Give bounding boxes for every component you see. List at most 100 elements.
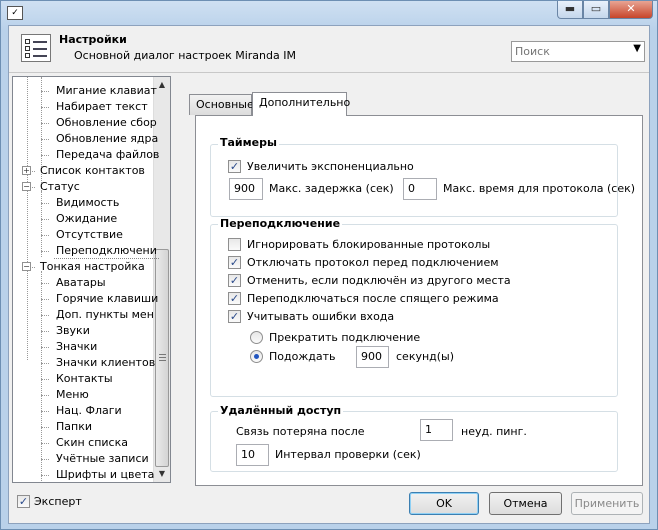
tree-branch-line — [41, 235, 49, 236]
login-errors-label: Учитывать ошибки входа — [247, 310, 395, 323]
max-delay-field[interactable]: 900 — [229, 178, 263, 200]
tab-advanced[interactable]: Дополнительно — [252, 92, 350, 116]
stop-connect-radio[interactable] — [250, 331, 263, 344]
tree-item[interactable]: Скин списка — [54, 435, 130, 451]
settings-checklist-icon — [21, 34, 51, 62]
tree-item[interactable]: Горячие клавиши — [54, 291, 160, 307]
tree-branch-line — [41, 411, 49, 412]
expert-checkbox[interactable]: ✓ — [17, 495, 30, 508]
tree-branch-line — [41, 443, 49, 444]
apply-button[interactable]: Применить — [571, 492, 643, 515]
tree-expand-icon[interactable]: + — [22, 166, 31, 175]
dialog-header: Настройки Основной диалог настроек Miran… — [9, 26, 649, 72]
wait-radio[interactable] — [250, 350, 263, 363]
lost-pings-field[interactable]: 1 — [420, 419, 453, 441]
tree-branch-line — [41, 475, 49, 476]
tree-branch-line — [41, 379, 49, 380]
tree-branch-line — [41, 363, 49, 364]
max-delay-label: Макс. задержка (сек) — [269, 182, 394, 195]
lost-pings-unit: неуд. пинг. — [461, 425, 527, 438]
dialog-subtitle: Основной диалог настроек Miranda IM — [74, 49, 296, 62]
tree-item[interactable]: Обновление сбор — [54, 115, 159, 131]
tree-branch-line — [41, 123, 49, 124]
tree-item[interactable]: Ожидание — [54, 211, 119, 227]
window-menu-icon[interactable]: ✓ — [7, 6, 23, 20]
search-combobox[interactable]: ▼ — [511, 41, 645, 62]
tree-branch-line — [41, 331, 49, 332]
tree-item[interactable]: Значки клиентов — [54, 355, 157, 371]
disconnect-first-label: Отключать протокол перед подключением — [247, 256, 499, 269]
tree-item[interactable]: Статус — [38, 179, 82, 195]
login-errors-checkbox[interactable]: ✓ — [228, 310, 241, 323]
tree-item[interactable]: Переподключени — [54, 243, 159, 259]
caption-buttons: ▬ ▭ ✕ — [557, 1, 653, 19]
tab-general[interactable]: Основные — [189, 94, 254, 115]
tree-item[interactable]: Список контактов — [38, 163, 147, 179]
remote-group-title: Удалённый доступ — [218, 404, 344, 418]
remote-group — [210, 411, 618, 472]
tree-branch-line — [41, 395, 49, 396]
cancel-if-elsewhere-checkbox[interactable]: ✓ — [228, 274, 241, 287]
tree-branch-line — [41, 251, 49, 252]
tree-branch-line — [41, 219, 49, 220]
ignore-blocked-label: Игнорировать блокированные протоколы — [247, 238, 491, 251]
tree-item[interactable]: Мигание клавиат — [54, 83, 159, 99]
tree-item[interactable]: Набирает текст — [54, 99, 150, 115]
close-button[interactable]: ✕ — [609, 1, 653, 19]
timers-group-title: Таймеры — [218, 136, 279, 150]
check-interval-label: Интервал проверки (сек) — [275, 448, 421, 461]
after-sleep-label: Переподключаться после спящего режима — [247, 292, 499, 305]
tree-item[interactable]: Значки — [54, 339, 99, 355]
dialog-client: Настройки Основной диалог настроек Miran… — [8, 25, 650, 524]
tree-item[interactable]: Обновление ядра — [54, 131, 160, 147]
tree-item[interactable]: Шрифты и цвета — [54, 467, 156, 482]
tree-branch-line — [41, 139, 49, 140]
cancel-if-elsewhere-label: Отменить, если подключён из другого мест… — [247, 274, 511, 287]
tree-branch-line — [41, 203, 49, 204]
tree-branch-line — [41, 315, 49, 316]
tree-branch-line — [41, 107, 49, 108]
tree-item[interactable]: Папки — [54, 419, 94, 435]
exponential-checkbox[interactable]: ✓ — [228, 160, 241, 173]
disconnect-first-checkbox[interactable]: ✓ — [228, 256, 241, 269]
tree-item[interactable]: Контакты — [54, 371, 115, 387]
tree-collapse-icon[interactable]: − — [22, 182, 31, 191]
cancel-button[interactable]: Отмена — [489, 492, 562, 515]
tree-item[interactable]: Учётные записи — [54, 451, 151, 467]
chevron-down-icon[interactable]: ▼ — [633, 43, 641, 54]
tree-item[interactable]: Доп. пункты мен — [54, 307, 156, 323]
tree-item[interactable]: Звуки — [54, 323, 92, 339]
options-tree[interactable]: ▲ ▼ Мигание клавиат Набирает текст Обновле… — [12, 76, 171, 483]
title-bar[interactable]: ✓ ▬ ▭ ✕ — [1, 1, 657, 25]
wait-unit-label: секунд(ы) — [396, 350, 455, 363]
dialog-title: Настройки — [59, 33, 127, 46]
tree-item[interactable]: Передача файлов — [54, 147, 161, 163]
check-interval-field[interactable]: 10 — [236, 444, 269, 466]
ignore-blocked-checkbox[interactable] — [228, 238, 241, 251]
after-sleep-checkbox[interactable]: ✓ — [228, 292, 241, 305]
tree-guide-line — [41, 271, 42, 482]
tree-collapse-icon[interactable]: − — [22, 262, 31, 271]
max-log-time-label: Макс. время для протокола (сек) — [443, 182, 636, 195]
minimize-button[interactable]: ▬ — [557, 1, 583, 19]
tree-item[interactable]: Меню — [54, 387, 91, 403]
maximize-button[interactable]: ▭ — [583, 1, 609, 19]
ok-button[interactable]: OK — [409, 492, 479, 515]
tree-guide-line — [27, 77, 28, 360]
tree-branch-line — [41, 155, 49, 156]
tree-branch-line — [41, 283, 49, 284]
tree-item[interactable]: Тонкая настройка — [38, 259, 147, 275]
wait-label: Подождать — [269, 350, 336, 363]
max-log-time-field[interactable]: 0 — [403, 178, 437, 200]
tree-item[interactable]: Видимость — [54, 195, 121, 211]
tree-branch-line — [41, 299, 49, 300]
tree-item[interactable]: Отсутствие — [54, 227, 125, 243]
expert-label: Эксперт — [34, 495, 82, 508]
tree-item[interactable]: Аватары — [54, 275, 108, 291]
stop-connect-label: Прекратить подключение — [269, 331, 421, 344]
wait-seconds-field[interactable]: 900 — [356, 346, 389, 368]
header-divider — [9, 72, 649, 73]
search-input[interactable] — [512, 42, 622, 61]
tree-item[interactable]: Нац. Флаги — [54, 403, 124, 419]
reconnect-group-title: Переподключение — [218, 217, 343, 231]
